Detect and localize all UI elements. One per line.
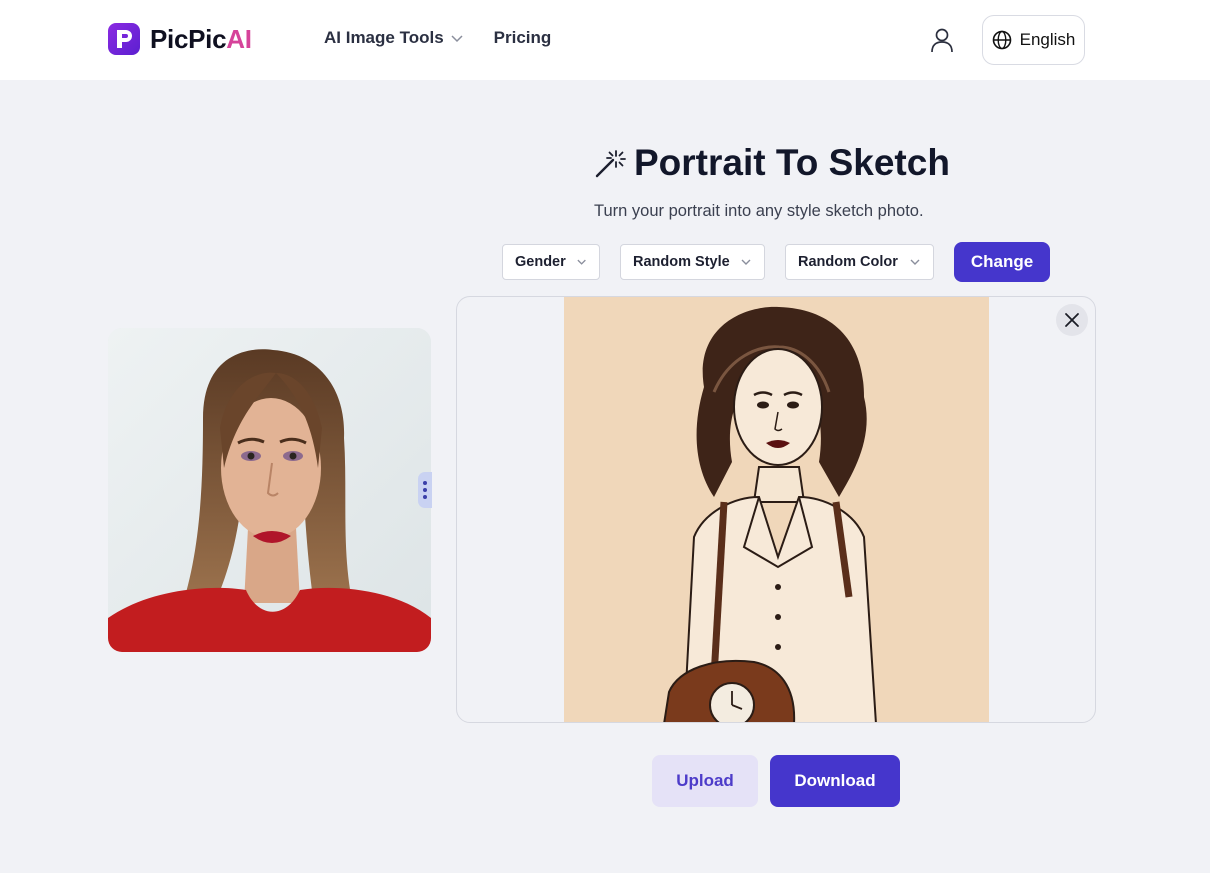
- download-button[interactable]: Download: [770, 755, 900, 807]
- user-account-button[interactable]: [928, 26, 956, 54]
- handle-dot: [423, 481, 427, 485]
- chevron-down-icon: [451, 35, 463, 43]
- close-icon: [1065, 313, 1079, 327]
- handle-dot: [423, 488, 427, 492]
- brand-name: PicPicAI: [150, 24, 252, 55]
- original-portrait-image: [108, 328, 431, 652]
- nav-pricing-label: Pricing: [493, 28, 552, 47]
- upload-button[interactable]: Upload: [652, 755, 758, 807]
- page-title: Portrait To Sketch: [594, 142, 950, 184]
- color-select[interactable]: Random Color: [785, 244, 934, 280]
- page-title-text: Portrait To Sketch: [634, 142, 950, 183]
- style-controls: Gender Random Style Random Color Change: [502, 242, 1050, 282]
- brand-name-suffix: AI: [226, 23, 252, 54]
- main-nav: AI Image Tools Pricing: [324, 28, 551, 48]
- picpicai-logo-icon: [108, 23, 140, 55]
- brand-logo[interactable]: PicPicAI: [108, 23, 252, 55]
- style-select[interactable]: Random Style: [620, 244, 765, 280]
- original-portrait-illustration: [108, 328, 431, 652]
- language-label: English: [1019, 30, 1076, 49]
- page-subtitle: Turn your portrait into any style sketch…: [594, 202, 924, 220]
- compare-slider-handle[interactable]: [418, 472, 432, 508]
- color-select-value: Random Color: [798, 254, 898, 270]
- magic-wand-icon: [595, 150, 626, 178]
- brand-name-prefix: PicPic: [150, 23, 227, 54]
- gender-select[interactable]: Gender: [502, 244, 600, 280]
- chevron-down-icon: [910, 259, 920, 265]
- globe-icon: [992, 30, 1011, 50]
- gender-select-value: Gender: [515, 254, 566, 270]
- nav-ai-image-tools[interactable]: AI Image Tools: [324, 28, 464, 48]
- top-header: PicPicAI AI Image Tools Pricing English: [0, 0, 1210, 80]
- sketch-result-image: [564, 297, 989, 722]
- sketch-result-illustration: [564, 297, 989, 722]
- user-icon: [931, 28, 953, 53]
- handle-dot: [423, 495, 427, 499]
- close-result-button[interactable]: [1056, 304, 1088, 336]
- nav-ai-image-tools-label: AI Image Tools: [324, 28, 444, 47]
- style-select-value: Random Style: [633, 254, 730, 270]
- chevron-down-icon: [741, 259, 751, 265]
- chevron-down-icon: [577, 259, 586, 265]
- result-panel: [456, 296, 1096, 723]
- nav-pricing[interactable]: Pricing: [494, 28, 552, 48]
- language-selector[interactable]: English: [982, 15, 1085, 65]
- change-button[interactable]: Change: [954, 242, 1050, 282]
